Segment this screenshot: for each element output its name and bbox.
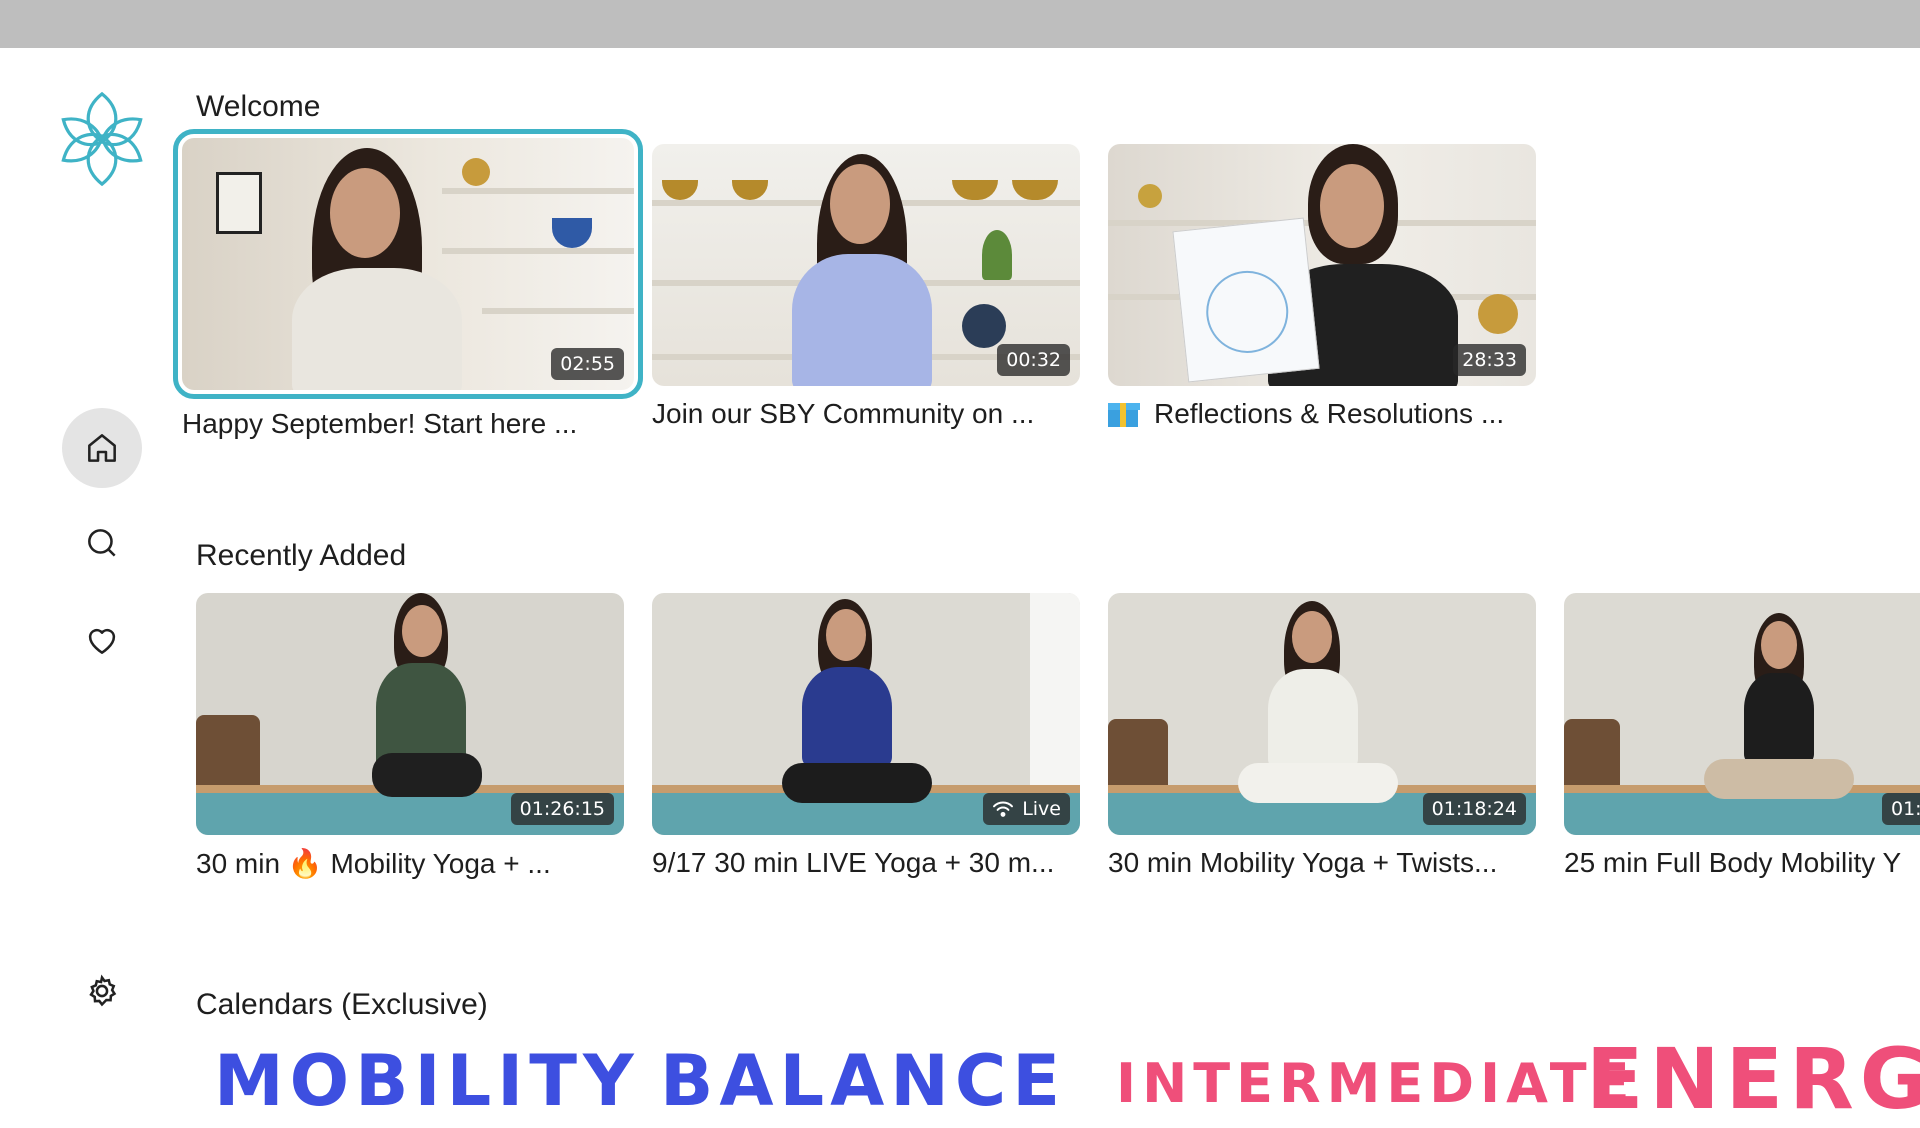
duration-badge: 00:32	[997, 344, 1070, 376]
video-card-recent-3[interactable]: 01:18:24 30 min Mobility Yoga + Twists..…	[1108, 593, 1536, 879]
video-thumbnail: 01:18:24	[1108, 593, 1536, 835]
duration-badge: 28:33	[1453, 344, 1526, 376]
section-title-calendars: Calendars (Exclusive)	[196, 988, 488, 1021]
video-card-recent-2[interactable]: Live 9/17 30 min LIVE Yoga + 30 m...	[652, 593, 1080, 879]
fire-icon: 🔥	[287, 848, 323, 879]
video-title: Reflections & Resolutions ...	[1108, 398, 1536, 430]
section-title-recently-added: Recently Added	[196, 539, 407, 572]
nav-settings-button[interactable]	[62, 951, 142, 1031]
nav-favorites-button[interactable]	[62, 600, 142, 680]
video-card-recent-4[interactable]: 01:( 25 min Full Body Mobility Y	[1564, 593, 1920, 879]
video-card-welcome-1[interactable]: 02:55 Happy September! Start here ...	[173, 129, 643, 440]
video-title: 9/17 30 min LIVE Yoga + 30 m...	[652, 847, 1055, 878]
search-icon	[88, 529, 116, 557]
section-title-welcome: Welcome	[196, 90, 321, 123]
calendar-card-balance[interactable]: BALANCE	[660, 1040, 1066, 1122]
video-title: Happy September! Start here ...	[182, 408, 578, 439]
calendar-card-intermediate[interactable]: INTERMEDIATE	[1116, 1052, 1635, 1115]
duration-badge: 01:26:15	[510, 793, 614, 825]
top-bar	[0, 0, 1920, 48]
video-thumbnail: 00:32	[652, 144, 1080, 386]
calendar-card-mobility[interactable]: MOBILITY	[214, 1040, 640, 1122]
broadcast-icon	[993, 801, 1014, 817]
video-thumbnail: 01:26:15	[196, 593, 624, 835]
home-icon	[88, 434, 116, 462]
video-title: 25 min Full Body Mobility Y	[1564, 847, 1902, 878]
video-card-welcome-3[interactable]: 28:33 Reflections & Resolutions ...	[1108, 144, 1536, 430]
gear-icon	[89, 974, 117, 1007]
lotus-logo-icon	[61, 91, 143, 187]
duration-badge: 01:18:24	[1422, 793, 1526, 825]
video-thumbnail: 28:33	[1108, 144, 1536, 386]
duration-badge: 01:(	[1882, 793, 1920, 825]
gift-icon	[1108, 399, 1140, 427]
video-title: 30 min Mobility Yoga + Twists...	[1108, 847, 1498, 878]
video-thumbnail: Live	[652, 593, 1080, 835]
nav-search-button[interactable]	[62, 503, 142, 583]
nav-home-button[interactable]	[62, 408, 142, 488]
video-title: Join our SBY Community on ...	[652, 398, 1035, 429]
duration-badge: 02:55	[551, 348, 624, 380]
live-badge: Live	[983, 793, 1070, 825]
video-card-welcome-2[interactable]: 00:32 Join our SBY Community on ...	[652, 144, 1080, 430]
video-thumbnail: 02:55	[173, 129, 643, 399]
calendar-card-energy[interactable]: ENERGY	[1586, 1030, 1920, 1128]
video-card-recent-1[interactable]: 01:26:15 30 min 🔥 Mobility Yoga + ...	[196, 593, 624, 880]
heart-icon	[88, 628, 116, 654]
video-thumbnail: 01:(	[1564, 593, 1920, 835]
video-title: 30 min 🔥 Mobility Yoga + ...	[196, 848, 551, 879]
